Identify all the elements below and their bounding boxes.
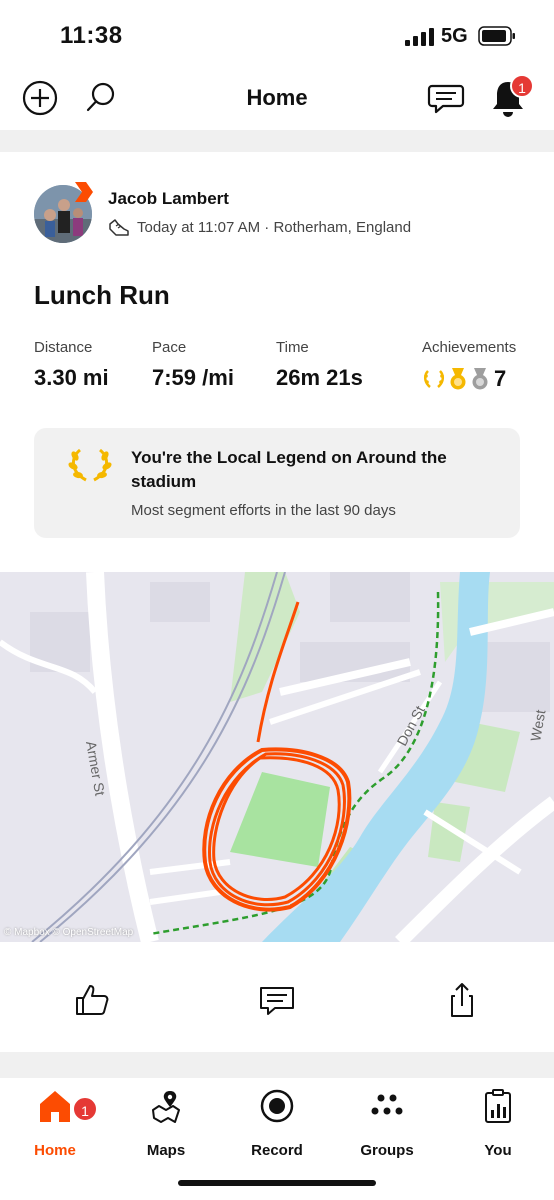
athlete-name[interactable]: Jacob Lambert	[108, 189, 229, 209]
local-legend-title: You're the Local Legend on Around the st…	[131, 448, 447, 491]
route-map[interactable]: Armer St Don St West © Mapbox © OpenStre…	[0, 572, 554, 942]
stat-time: Time 26m 21s	[276, 339, 363, 391]
section-divider	[0, 1052, 554, 1078]
stat-value: 3.30 mi	[34, 365, 109, 390]
page-title: Home	[246, 85, 308, 110]
activity-title[interactable]: Lunch Run	[34, 280, 170, 311]
tab-groups[interactable]: Groups	[342, 1088, 432, 1159]
battery-icon	[478, 26, 515, 46]
map-pin-icon	[148, 1088, 184, 1124]
tab-label: You	[484, 1142, 512, 1159]
network-type: 5G	[441, 25, 468, 47]
subscriber-chevron-icon	[75, 182, 93, 202]
status-bar: 11:38 5G	[0, 0, 554, 70]
stat-achievements[interactable]: Achievements 7	[422, 339, 516, 392]
messages-button[interactable]	[426, 78, 466, 118]
stat-label: Pace	[152, 339, 187, 356]
section-divider	[0, 130, 554, 152]
tab-home[interactable]: 1 Home	[10, 1088, 100, 1159]
gold-medal-icon	[450, 368, 466, 390]
achievement-count: 7	[494, 366, 507, 391]
run-shoe-icon	[109, 219, 129, 236]
tab-label: Maps	[146, 1142, 186, 1159]
achievement-icons: 7	[422, 366, 516, 392]
clipboard-chart-icon	[480, 1088, 516, 1124]
thumbs-up-icon	[76, 985, 109, 1015]
tab-you[interactable]: You	[453, 1088, 543, 1159]
comment-button[interactable]	[257, 980, 297, 1020]
activity-meta: Today at 11:07 AM · Rotherham, England	[137, 219, 412, 236]
home-indicator	[178, 1180, 376, 1186]
notification-badge: 1	[510, 74, 534, 98]
street-label-don: Don St	[394, 703, 428, 748]
signal-icon	[405, 28, 434, 46]
comment-icon	[260, 987, 294, 1015]
kudos-button[interactable]	[72, 980, 112, 1020]
stat-distance: Distance 3.30 mi	[34, 339, 109, 391]
chat-icon	[427, 84, 465, 114]
local-legend-card[interactable]: You're the Local Legend on Around the st…	[34, 428, 520, 538]
top-nav: Home	[0, 70, 554, 130]
tab-label: Home	[34, 1142, 76, 1159]
tab-record[interactable]: Record	[232, 1088, 322, 1159]
stat-pace: Pace 7:59 /mi	[152, 339, 234, 391]
stat-label: Achievements	[422, 339, 517, 356]
stat-label: Time	[276, 339, 309, 356]
groups-dots-icon	[369, 1088, 405, 1124]
tab-label: Groups	[360, 1142, 414, 1159]
silver-medal-icon	[472, 368, 488, 390]
share-icon	[451, 983, 473, 1017]
tab-badge: 1	[72, 1096, 98, 1122]
status-time: 11:38	[60, 22, 123, 49]
local-legend-laurel-icon	[68, 448, 112, 482]
map-attribution: © Mapbox © OpenStreetMap	[4, 927, 134, 938]
record-icon	[259, 1088, 295, 1124]
stat-value: 7:59 /mi	[152, 365, 234, 390]
local-legend-subtitle: Most segment efforts in the last 90 days	[131, 502, 396, 519]
laurel-icon	[424, 370, 444, 388]
tab-label: Record	[251, 1142, 303, 1159]
stat-label: Distance	[34, 339, 93, 356]
share-button[interactable]	[442, 980, 482, 1020]
street-label-west: West	[527, 708, 548, 742]
tab-maps[interactable]: Maps	[121, 1088, 211, 1159]
home-icon	[37, 1088, 73, 1124]
stat-value: 26m 21s	[276, 365, 363, 390]
map-canvas: Armer St Don St West	[0, 572, 554, 942]
